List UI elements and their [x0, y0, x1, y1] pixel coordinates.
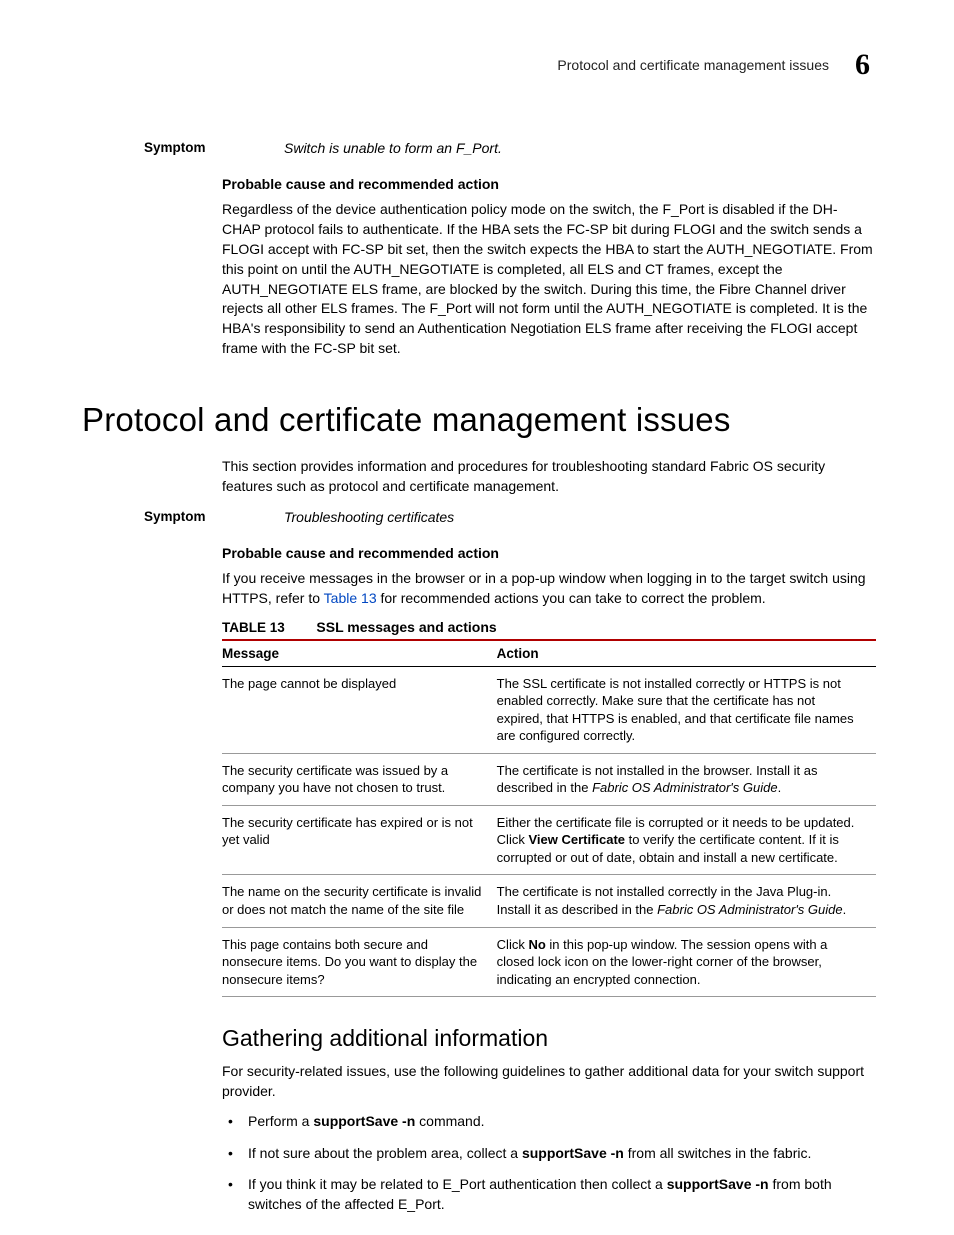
- msg-cell: The name on the security certificate is …: [222, 875, 497, 927]
- table-label: TABLE 13: [222, 620, 285, 635]
- list-item: Perform a supportSave -n command.: [222, 1112, 876, 1132]
- action-cell: The certificate is not installed in the …: [497, 753, 876, 805]
- chapter-number: 6: [855, 48, 870, 82]
- list-item: If you think it may be related to E_Port…: [222, 1175, 876, 1214]
- section-intro: This section provides information and pr…: [222, 457, 876, 497]
- table-title: SSL messages and actions: [316, 619, 496, 635]
- symptom-text: Troubleshooting certificates: [284, 509, 876, 525]
- table-row: This page contains both secure and nonse…: [222, 927, 876, 997]
- col-header-message: Message: [222, 640, 497, 667]
- symptom-label: Symptom: [82, 509, 284, 525]
- table-caption: TABLE 13 SSL messages and actions: [222, 619, 876, 635]
- action-cell: Click No in this pop-up window. The sess…: [497, 927, 876, 997]
- table-row: The page cannot be displayed The SSL cer…: [222, 666, 876, 753]
- table-xref[interactable]: Table 13: [324, 590, 377, 606]
- symptom-body: Probable cause and recommended action If…: [222, 545, 876, 1215]
- symptom-row: Symptom Troubleshooting certificates: [82, 509, 876, 525]
- symptom-label: Symptom: [82, 140, 284, 156]
- subsection-title: Gathering additional information: [222, 1025, 876, 1052]
- ssl-messages-table: Message Action The page cannot be displa…: [222, 639, 876, 998]
- symptom-paragraph: Regardless of the device authentication …: [222, 200, 876, 359]
- section-title: Protocol and certificate management issu…: [82, 401, 876, 439]
- list-item: If not sure about the problem area, coll…: [222, 1144, 876, 1164]
- action-cell: The SSL certificate is not installed cor…: [497, 666, 876, 753]
- body-post: for recommended actions you can take to …: [377, 590, 766, 606]
- table-row: The security certificate was issued by a…: [222, 753, 876, 805]
- probable-cause-heading: Probable cause and recommended action: [222, 176, 876, 192]
- msg-cell: The security certificate was issued by a…: [222, 753, 497, 805]
- table-row: The name on the security certificate is …: [222, 875, 876, 927]
- msg-cell: The page cannot be displayed: [222, 666, 497, 753]
- symptom-body: Probable cause and recommended action Re…: [222, 176, 876, 359]
- action-cell: Either the certificate file is corrupted…: [497, 805, 876, 875]
- col-header-action: Action: [497, 640, 876, 667]
- table-row: The security certificate has expired or …: [222, 805, 876, 875]
- symptom-paragraph: If you receive messages in the browser o…: [222, 569, 876, 609]
- subsection-intro: For security-related issues, use the fol…: [222, 1062, 876, 1102]
- page: Protocol and certificate management issu…: [0, 0, 954, 1235]
- msg-cell: This page contains both secure and nonse…: [222, 927, 497, 997]
- section-intro-text: This section provides information and pr…: [222, 457, 876, 497]
- bullet-list: Perform a supportSave -n command. If not…: [222, 1112, 876, 1214]
- running-header: Protocol and certificate management issu…: [82, 48, 876, 82]
- running-title: Protocol and certificate management issu…: [557, 57, 829, 73]
- action-cell: The certificate is not installed correct…: [497, 875, 876, 927]
- symptom-text: Switch is unable to form an F_Port.: [284, 140, 876, 156]
- probable-cause-heading: Probable cause and recommended action: [222, 545, 876, 561]
- symptom-row: Symptom Switch is unable to form an F_Po…: [82, 140, 876, 156]
- msg-cell: The security certificate has expired or …: [222, 805, 497, 875]
